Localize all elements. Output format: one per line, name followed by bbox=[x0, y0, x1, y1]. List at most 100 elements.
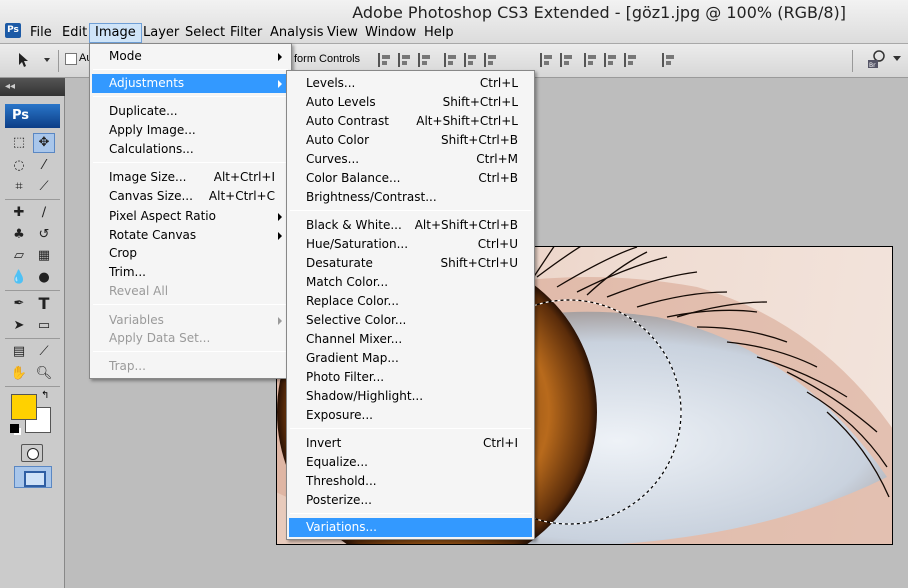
image-menu-image-size[interactable]: Image Size... Alt+Ctrl+I bbox=[92, 168, 289, 187]
auto-select-checkbox[interactable] bbox=[65, 53, 77, 65]
move-tool-preset-icon[interactable] bbox=[16, 52, 32, 68]
move-icon[interactable]: ✥ bbox=[33, 133, 55, 153]
hand-icon[interactable]: ✋ bbox=[8, 364, 30, 384]
menu-window[interactable]: Window bbox=[360, 23, 421, 43]
type-icon[interactable]: T bbox=[33, 294, 55, 314]
image-menu-calculations[interactable]: Calculations... bbox=[92, 140, 289, 159]
brush-icon[interactable]: ∕ bbox=[33, 203, 55, 223]
menu-image[interactable]: Image bbox=[89, 23, 142, 43]
history-brush-icon[interactable]: ↺ bbox=[33, 225, 55, 245]
adj-threshold[interactable]: Threshold... bbox=[289, 472, 532, 491]
image-menu-mode[interactable]: Mode bbox=[92, 47, 289, 66]
quick-mask-icon[interactable] bbox=[21, 444, 43, 462]
menu-shortcut: Shift+Ctrl+U bbox=[440, 256, 518, 270]
adj-photo-filter[interactable]: Photo Filter... bbox=[289, 368, 532, 387]
align-left-icon[interactable] bbox=[444, 53, 458, 67]
image-menu-canvas-size[interactable]: Canvas Size... Alt+Ctrl+C bbox=[92, 187, 289, 206]
menu-item-label: Black & White... bbox=[306, 218, 402, 232]
menu-item-label: Hue/Saturation... bbox=[306, 237, 409, 251]
adj-shadow-highlight[interactable]: Shadow/Highlight... bbox=[289, 387, 532, 406]
menu-item-label: Adjustments bbox=[109, 76, 185, 90]
swap-colors-icon[interactable]: ↰ bbox=[41, 390, 49, 401]
adj-replace-color[interactable]: Replace Color... bbox=[289, 292, 532, 311]
distribute-top-icon[interactable] bbox=[540, 53, 554, 67]
adj-posterize[interactable]: Posterize... bbox=[289, 491, 532, 510]
distribute-right-icon[interactable] bbox=[624, 53, 638, 67]
path-selection-icon[interactable]: ➤ bbox=[8, 316, 30, 336]
menu-edit[interactable]: Edit bbox=[57, 23, 92, 43]
show-transform-controls-label[interactable]: form Controls bbox=[294, 53, 360, 65]
blur-icon[interactable]: 💧 bbox=[8, 268, 30, 288]
adj-hue-saturation[interactable]: Hue/Saturation... Ctrl+U bbox=[289, 235, 532, 254]
adj-auto-color[interactable]: Auto Color Shift+Ctrl+B bbox=[289, 131, 532, 150]
menu-file[interactable]: File bbox=[25, 23, 57, 43]
tool-divider bbox=[5, 199, 60, 200]
image-menu-apply-image[interactable]: Apply Image... bbox=[92, 121, 289, 140]
menu-layer[interactable]: Layer bbox=[138, 23, 184, 43]
image-menu-pixel-aspect-ratio[interactable]: Pixel Aspect Ratio bbox=[92, 207, 289, 226]
eyedropper-icon[interactable]: ⟋ bbox=[33, 177, 55, 197]
lasso-icon[interactable]: ◌ bbox=[8, 156, 30, 176]
image-menu-trim[interactable]: Trim... bbox=[92, 263, 289, 282]
clone-stamp-icon[interactable]: ♣ bbox=[8, 225, 30, 245]
align-vcenter-icon[interactable] bbox=[398, 53, 412, 67]
adj-equalize[interactable]: Equalize... bbox=[289, 453, 532, 472]
foreground-color-swatch[interactable] bbox=[11, 394, 37, 420]
menu-select[interactable]: Select bbox=[180, 23, 230, 43]
align-top-icon[interactable] bbox=[378, 53, 392, 67]
menu-item-label: Canvas Size... bbox=[109, 189, 193, 203]
adj-variations[interactable]: Variations... bbox=[289, 518, 532, 537]
default-colors-icon[interactable] bbox=[10, 424, 19, 433]
menu-shortcut: Ctrl+B bbox=[478, 171, 518, 185]
distribute-hcenter-icon[interactable] bbox=[604, 53, 618, 67]
menu-separator bbox=[93, 351, 288, 352]
menu-filter[interactable]: Filter bbox=[225, 23, 267, 43]
image-menu-rotate-canvas[interactable]: Rotate Canvas bbox=[92, 226, 289, 245]
magic-wand-icon[interactable]: ⁄ bbox=[33, 156, 55, 176]
adj-selective-color[interactable]: Selective Color... bbox=[289, 311, 532, 330]
eyedropper-icon[interactable]: ⟋ bbox=[33, 342, 55, 362]
eraser-icon[interactable]: ▱ bbox=[8, 246, 30, 266]
pen-icon[interactable]: ✒ bbox=[8, 294, 30, 314]
shape-icon[interactable]: ▭ bbox=[33, 316, 55, 336]
marquee-icon[interactable]: ⬚ bbox=[8, 133, 30, 153]
distribute-left-icon[interactable] bbox=[584, 53, 598, 67]
adj-brightness-contrast[interactable]: Brightness/Contrast... bbox=[289, 188, 532, 207]
gradient-icon[interactable]: ▦ bbox=[33, 246, 55, 266]
screen-mode-icon[interactable] bbox=[14, 466, 52, 488]
menu-view[interactable]: View bbox=[322, 23, 363, 43]
align-hcenter-icon[interactable] bbox=[464, 53, 478, 67]
dodge-icon[interactable]: ● bbox=[33, 268, 55, 288]
adj-exposure[interactable]: Exposure... bbox=[289, 406, 532, 425]
adj-auto-levels[interactable]: Auto Levels Shift+Ctrl+L bbox=[289, 93, 532, 112]
image-menu-adjustments[interactable]: Adjustments bbox=[92, 74, 289, 93]
adj-desaturate[interactable]: Desaturate Shift+Ctrl+U bbox=[289, 254, 532, 273]
adj-curves[interactable]: Curves... Ctrl+M bbox=[289, 150, 532, 169]
image-menu-crop[interactable]: Crop bbox=[92, 244, 289, 263]
auto-align-layers-icon[interactable] bbox=[662, 53, 676, 67]
menu-item-label: Auto Levels bbox=[306, 95, 376, 109]
adj-gradient-map[interactable]: Gradient Map... bbox=[289, 349, 532, 368]
adj-black-white[interactable]: Black & White... Alt+Shift+Ctrl+B bbox=[289, 216, 532, 235]
adj-auto-contrast[interactable]: Auto Contrast Alt+Shift+Ctrl+L bbox=[289, 112, 532, 131]
align-right-icon[interactable] bbox=[484, 53, 498, 67]
preset-dropdown-icon[interactable] bbox=[44, 58, 50, 62]
bridge-icon[interactable]: Br bbox=[866, 50, 886, 70]
tool-divider bbox=[5, 386, 60, 387]
healing-icon[interactable]: ✚ bbox=[8, 203, 30, 223]
adj-match-color[interactable]: Match Color... bbox=[289, 273, 532, 292]
image-menu-duplicate[interactable]: Duplicate... bbox=[92, 102, 289, 121]
notes-icon[interactable]: ▤ bbox=[8, 342, 30, 362]
adj-levels[interactable]: Levels... Ctrl+L bbox=[289, 74, 532, 93]
menu-analysis[interactable]: Analysis bbox=[265, 23, 329, 43]
workspace-dropdown-icon[interactable] bbox=[893, 56, 901, 61]
align-bottom-icon[interactable] bbox=[418, 53, 432, 67]
tools-panel-collapse[interactable]: ◂◂ bbox=[0, 78, 65, 96]
adj-invert[interactable]: Invert Ctrl+I bbox=[289, 434, 532, 453]
crop-icon[interactable]: ⌗ bbox=[8, 177, 30, 197]
adj-color-balance[interactable]: Color Balance... Ctrl+B bbox=[289, 169, 532, 188]
distribute-vcenter-icon[interactable] bbox=[560, 53, 574, 67]
zoom-icon[interactable]: 🔍︎ bbox=[33, 364, 55, 384]
adj-channel-mixer[interactable]: Channel Mixer... bbox=[289, 330, 532, 349]
menu-help[interactable]: Help bbox=[419, 23, 459, 43]
